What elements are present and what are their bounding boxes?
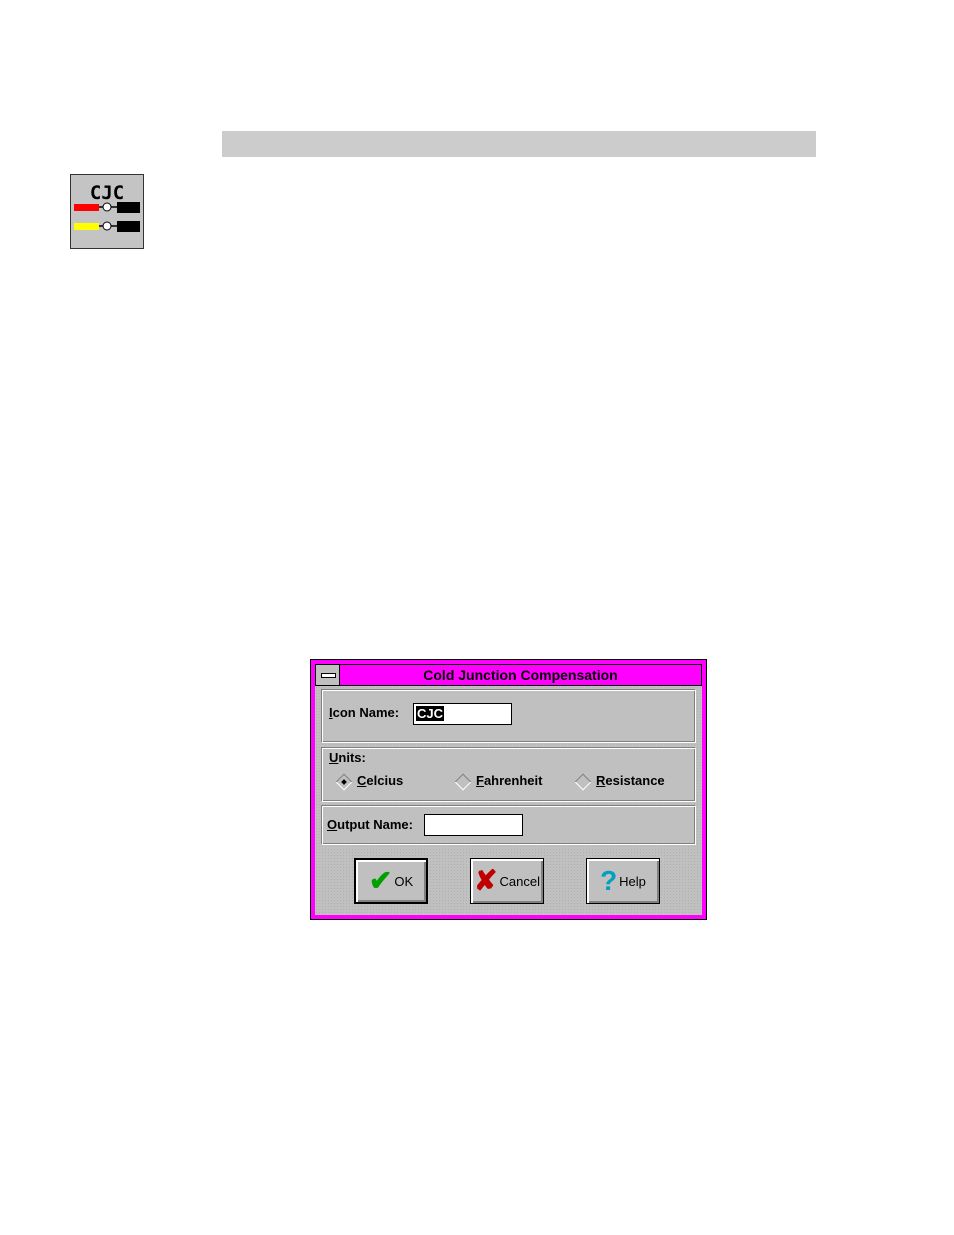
cjc-dialog: Cold Junction Compensation Icon Name: CJ… [310,659,707,920]
cjc-icon-title: CJC [90,182,124,204]
help-label: Help [619,873,646,889]
output-name-label: Output Name: [327,817,413,832]
dialog-client: Icon Name: CJC Units: Celcius Fahrenheit… [315,686,702,915]
celcius-radio[interactable] [335,773,353,791]
units-group: Units: Celcius Fahrenheit Resistance [321,747,696,802]
celcius-label[interactable]: Celcius [357,773,403,788]
fahrenheit-label[interactable]: Fahrenheit [476,773,542,788]
icon-name-label: Icon Name: [329,705,400,720]
help-button[interactable]: ? Help [586,858,660,904]
cancel-label: Cancel [499,873,540,889]
fahrenheit-radio[interactable] [454,773,472,791]
dialog-title: Cold Junction Compensation [423,667,618,683]
ok-label: OK [394,873,414,889]
cjc-block-icon: CJC [70,174,144,249]
system-menu-button[interactable] [316,665,340,685]
dialog-title-bar[interactable]: Cold Junction Compensation [315,664,702,686]
icon-name-input[interactable]: CJC [413,703,512,725]
header-bar [222,131,816,157]
resistance-radio[interactable] [574,773,592,791]
resistance-label[interactable]: Resistance [596,773,665,788]
icon-name-group: Icon Name: CJC [321,689,696,743]
close-icon: ✘ [474,865,498,896]
check-icon: ✔ [368,865,393,896]
cancel-button[interactable]: ✘ Cancel [470,858,544,904]
output-name-input[interactable] [424,814,523,836]
question-mark-icon: ? [600,865,618,896]
ok-button[interactable]: ✔ OK [354,858,428,904]
output-name-group: Output Name: [321,805,696,845]
units-label: Units: [329,750,366,765]
